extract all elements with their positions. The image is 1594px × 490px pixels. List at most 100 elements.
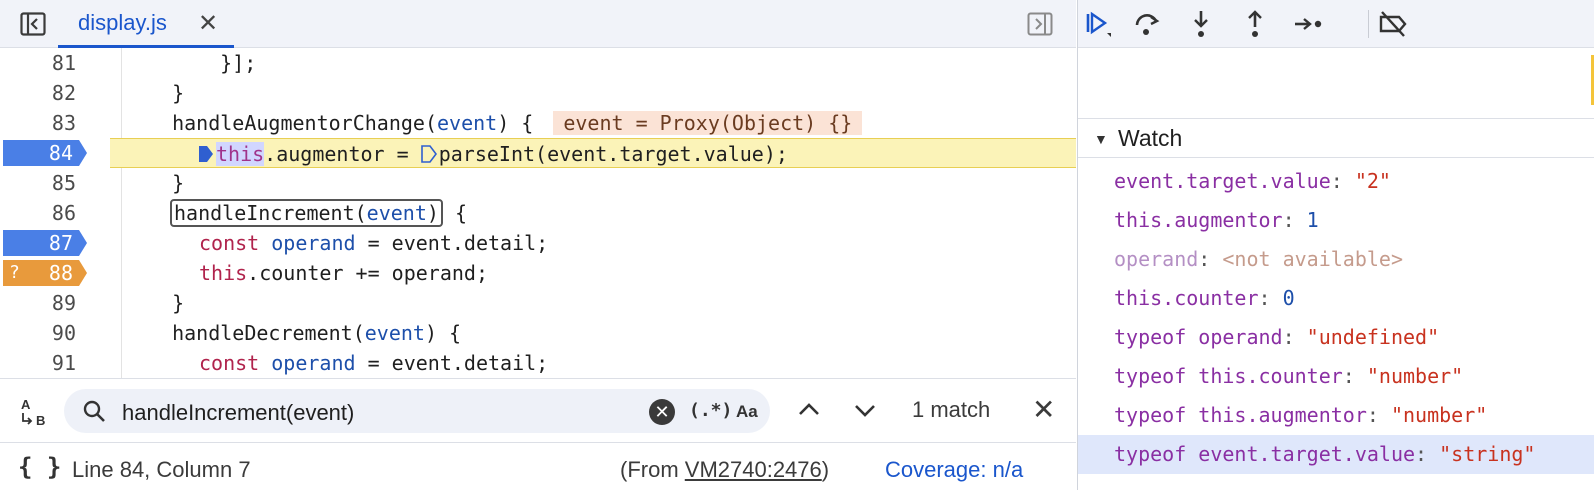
toolbar-separator	[1368, 10, 1369, 38]
code-line[interactable]: 87 const operand = event.detail;	[0, 228, 1076, 258]
step-into-icon[interactable]	[1185, 9, 1217, 39]
tab-display-js[interactable]: display.js ✕	[58, 0, 234, 48]
watch-item[interactable]: operand: <not available>	[1078, 240, 1594, 279]
watch-section-header[interactable]: ▼ Watch	[1078, 118, 1594, 158]
watch-separator: :	[1415, 442, 1440, 466]
watch-value: "2"	[1354, 169, 1391, 193]
watch-value: "undefined"	[1306, 325, 1440, 349]
watch-item[interactable]: this.augmentor: 1	[1078, 201, 1594, 240]
code-line[interactable]: 91 const operand = event.detail;	[0, 348, 1076, 378]
watch-expression: this.augmentor	[1114, 208, 1283, 232]
editor-tab-bar: display.js ✕	[0, 0, 1076, 48]
line-number[interactable]: 85	[0, 168, 76, 198]
debugger-toolbar	[1078, 0, 1594, 48]
code-line[interactable]: 85 }	[0, 168, 1076, 198]
watch-item-selected[interactable]: typeof event.target.value: "string"	[1078, 435, 1594, 474]
search-query[interactable]: handleIncrement(event)	[122, 400, 354, 426]
code-text: }	[148, 291, 185, 315]
step-marker-icon[interactable]	[420, 145, 437, 163]
keyword-token: const	[199, 231, 260, 255]
watch-separator: :	[1282, 325, 1307, 349]
search-input[interactable]: handleIncrement(event) ✕ (.*) Aa	[64, 389, 770, 433]
watch-item[interactable]: typeof this.counter: "number"	[1078, 357, 1594, 396]
code-token: = event.detail;	[355, 351, 549, 375]
previous-match-icon[interactable]	[796, 397, 822, 423]
watch-item[interactable]: this.counter: 0	[1078, 279, 1594, 318]
line-number[interactable]: 86	[0, 198, 76, 228]
line-number[interactable]: 82	[0, 78, 76, 108]
watch-item[interactable]: typeof operand: "undefined"	[1078, 318, 1594, 357]
watch-expression: event.target.value	[1114, 169, 1331, 193]
param-token: event	[364, 321, 425, 345]
line-number: 88	[48, 261, 73, 285]
pretty-print-icon[interactable]: { }	[18, 453, 61, 481]
breakpoint-marker[interactable]: 87	[3, 230, 87, 256]
keyword-token: this	[199, 261, 248, 285]
code-line[interactable]: 89 }	[0, 288, 1076, 318]
line-number[interactable]: 81	[0, 48, 76, 78]
watch-separator: :	[1282, 208, 1307, 232]
code-token: parseInt(event.target.value);	[438, 142, 788, 166]
svg-text:A: A	[21, 397, 31, 412]
watch-value: <not available>	[1222, 247, 1404, 271]
watch-expression: operand	[1114, 247, 1199, 271]
close-search-icon[interactable]: ✕	[1032, 393, 1055, 426]
code-line[interactable]: 83 handleAugmentorChange(event) {event =…	[0, 108, 1076, 138]
source-origin-prefix: (From	[620, 457, 685, 482]
svg-text:B: B	[36, 413, 45, 428]
conditional-breakpoint-marker[interactable]: ? 88	[3, 260, 87, 286]
source-editor-pane: display.js ✕ 81 }]; 82 } 83 handleAugmen…	[0, 0, 1076, 490]
code-token: )	[426, 201, 439, 225]
sidebar-toggle-icon[interactable]	[18, 10, 48, 38]
deactivate-breakpoints-icon[interactable]	[1377, 9, 1409, 39]
line-number[interactable]: 89	[0, 288, 76, 318]
regex-toggle-button[interactable]: (.*)	[689, 400, 732, 421]
breakpoint-marker[interactable]: 84	[3, 140, 87, 166]
code-line[interactable]: ? 88 this.counter += operand;	[0, 258, 1076, 288]
tab-label: display.js	[78, 10, 167, 35]
code-line[interactable]: 90 handleDecrement(event) {	[0, 318, 1076, 348]
continue-marker-icon[interactable]	[198, 145, 214, 163]
step-icon[interactable]	[1293, 9, 1325, 39]
code-line[interactable]: 82 }	[0, 78, 1076, 108]
conditional-mark: ?	[9, 262, 20, 283]
step-over-icon[interactable]	[1131, 9, 1163, 39]
watch-value: "string"	[1439, 442, 1536, 466]
next-match-icon[interactable]	[852, 397, 878, 423]
line-number[interactable]: 83	[0, 108, 76, 138]
line-number: 87	[48, 231, 73, 255]
source-origin-link[interactable]: VM2740:2476	[685, 457, 822, 482]
resume-icon[interactable]	[1081, 9, 1113, 39]
replace-toggle-icon[interactable]: A B	[18, 395, 52, 429]
code-token: {	[442, 201, 468, 225]
code-text: handleIncrement(event) {	[170, 198, 467, 228]
code-text: const operand = event.detail;	[199, 348, 548, 378]
watch-item[interactable]: typeof this.augmentor: "number"	[1078, 396, 1594, 435]
clear-search-icon[interactable]: ✕	[649, 399, 675, 425]
code-token: handleIncrement(	[174, 201, 367, 225]
watch-value: "number"	[1366, 364, 1464, 388]
execution-line-highlight: this.augmentor = parseInt(event.target.v…	[110, 138, 1076, 168]
code-token: handleDecrement(	[148, 321, 365, 345]
code-line[interactable]: 86 handleIncrement(event) {	[0, 198, 1076, 228]
match-case-button[interactable]: Aa	[736, 402, 758, 422]
step-out-icon[interactable]	[1239, 9, 1271, 39]
watch-separator: :	[1342, 364, 1367, 388]
line-number[interactable]: 91	[0, 348, 76, 378]
code-text: const operand = event.detail;	[199, 228, 548, 258]
match-count: 1 match	[912, 397, 991, 422]
code-text: handleDecrement(event) {	[148, 318, 461, 348]
line-number[interactable]: 90	[0, 318, 76, 348]
expand-triangle-icon[interactable]: ▼	[1094, 131, 1108, 147]
watch-expression: this.counter	[1114, 286, 1259, 310]
close-tab-icon[interactable]: ✕	[198, 9, 218, 38]
watch-separator: :	[1198, 247, 1223, 271]
coverage-link[interactable]: Coverage: n/a	[885, 457, 1023, 483]
code-line[interactable]: 81 }];	[0, 48, 1076, 78]
keyword-token: const	[199, 351, 260, 375]
code-area[interactable]: 81 }]; 82 } 83 handleAugmentorChange(eve…	[0, 48, 1076, 383]
debugger-sidebar-toggle-icon[interactable]	[1025, 10, 1055, 38]
watch-item[interactable]: event.target.value: "2"	[1078, 162, 1594, 201]
status-bar: { } Line 84, Column 7 (From VM2740:2476)…	[0, 442, 1076, 490]
